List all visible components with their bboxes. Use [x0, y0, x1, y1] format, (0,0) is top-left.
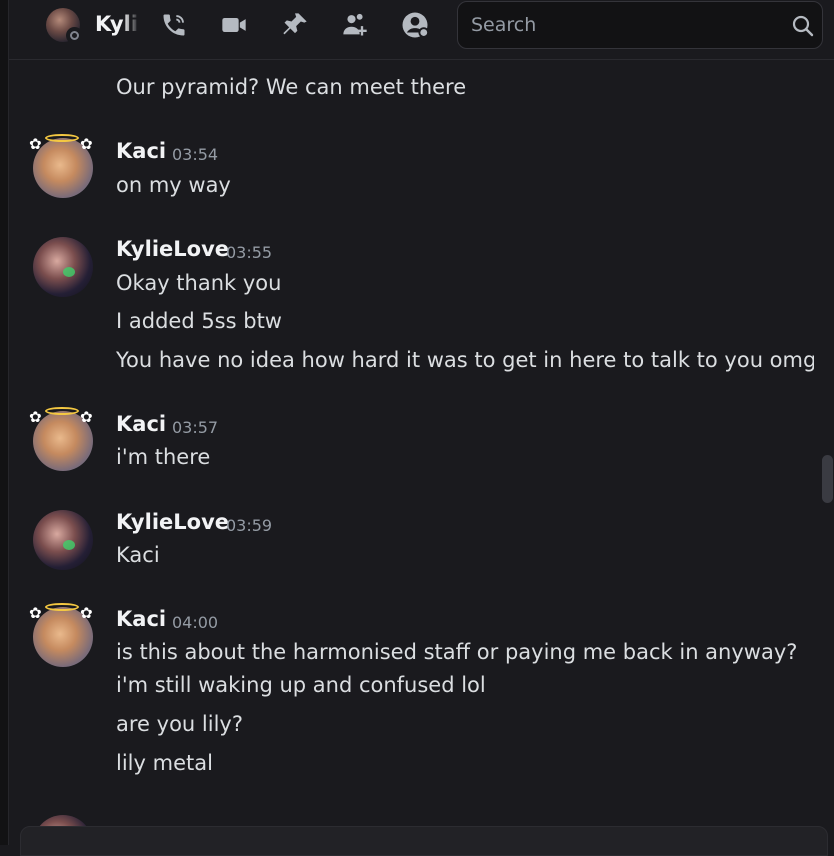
message-text: I added 5ss btw: [116, 309, 282, 333]
wing-left-icon: ✿: [29, 604, 42, 622]
dm-user-name[interactable]: KylieLove: [95, 12, 139, 40]
timestamp: 03:54: [172, 145, 219, 164]
author-name[interactable]: KylieLove: [116, 237, 229, 261]
author-name[interactable]: Kaci: [116, 607, 166, 631]
message-list[interactable]: Our pyramid? We can meet there ✿ ✿ Kaci …: [9, 61, 814, 845]
author-name[interactable]: KylieLove: [116, 510, 229, 534]
message-text: Okay thank you: [116, 271, 282, 295]
voice-call-icon[interactable]: [159, 10, 189, 40]
timestamp: 04:00: [172, 613, 219, 632]
author-name[interactable]: Kaci: [116, 139, 166, 163]
author-name[interactable]: Kaci: [116, 412, 166, 436]
timestamp: 03:59: [226, 516, 273, 535]
wing-left-icon: ✿: [29, 408, 42, 426]
scrollbar-thumb[interactable]: [822, 455, 833, 503]
search-placeholder: Search: [471, 14, 537, 36]
message-text: i'm still waking up and confused lol: [116, 673, 486, 697]
message-text: Kaci: [116, 543, 160, 567]
user-profile-icon[interactable]: [400, 10, 430, 40]
message-composer[interactable]: [20, 826, 828, 856]
pin-icon[interactable]: [280, 10, 310, 40]
message-text: i'm there: [116, 445, 211, 469]
message-text: are you lily?: [116, 712, 243, 736]
server-sidebar-edge: [0, 0, 9, 845]
timestamp: 03:57: [172, 418, 219, 437]
add-friends-icon[interactable]: [340, 10, 370, 40]
message-text: lily metal: [116, 751, 213, 775]
message-text: is this about the harmonised staff or pa…: [116, 640, 798, 664]
message-text: You have no idea how hard it was to get …: [116, 348, 814, 372]
message-text: Our pyramid? We can meet there: [116, 75, 467, 99]
avatar[interactable]: [33, 237, 93, 297]
wing-right-icon: ✿: [80, 408, 93, 426]
video-call-icon[interactable]: [219, 10, 249, 40]
channel-header: KylieLove Search: [9, 0, 834, 60]
search-icon: [792, 15, 814, 37]
wing-right-icon: ✿: [80, 604, 93, 622]
halo-decoration-icon: [45, 603, 79, 611]
wing-right-icon: ✿: [80, 135, 93, 153]
wing-left-icon: ✿: [29, 135, 42, 153]
halo-decoration-icon: [45, 134, 79, 142]
offline-status-icon: [66, 27, 83, 44]
timestamp: 03:55: [226, 243, 273, 262]
avatar[interactable]: [33, 510, 93, 570]
message-text: on my way: [116, 173, 231, 197]
halo-decoration-icon: [45, 407, 79, 415]
search-input[interactable]: Search: [457, 1, 823, 49]
